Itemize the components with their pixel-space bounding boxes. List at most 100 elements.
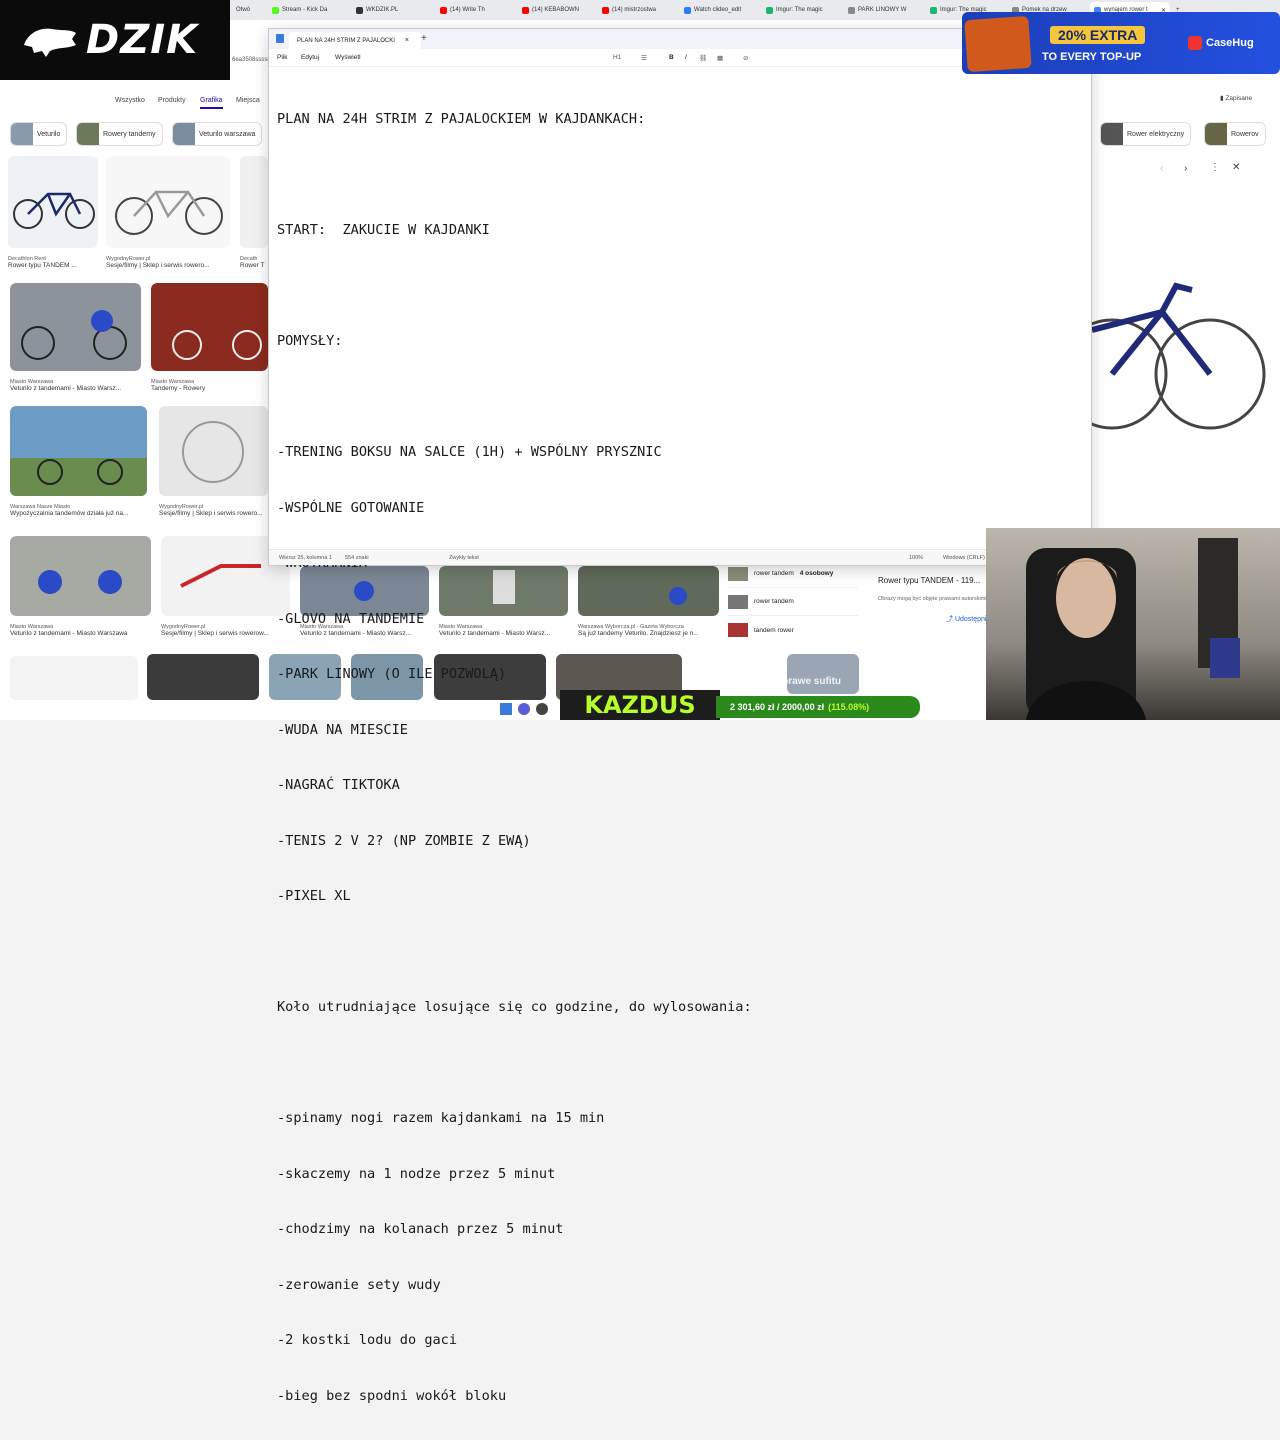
saved-link[interactable]: ▮ Zapisane — [1220, 94, 1252, 102]
text-line: -chodzimy na kolanach przez 5 minut — [277, 1221, 564, 1237]
notepad-tab[interactable]: PLAN NA 24H STRIM Z PAJALOCKI × — [289, 32, 421, 49]
ad-brand: CaseHug — [1188, 36, 1254, 50]
zoom-level[interactable]: 100% — [909, 555, 923, 561]
streamer-name-banner: KAZDUS — [560, 690, 720, 720]
text-line: -TRENING BOKSU NA SALCE (1H) + WSPÓLNY P… — [277, 444, 662, 460]
clear-format-icon[interactable]: ⊘ — [743, 54, 748, 62]
bold-icon[interactable]: B — [669, 54, 674, 61]
chevron-right-icon[interactable]: › — [1184, 163, 1187, 174]
boar-icon — [24, 28, 76, 57]
text-line: -WSPÓLNE GOTOWANIE — [277, 499, 425, 516]
tab-favicon-icon — [272, 6, 279, 14]
text-line: -WUDA NA MIESCIE — [277, 721, 408, 738]
line-ending[interactable]: Windows (CRLF) — [943, 555, 985, 561]
image-result[interactable]: WygodnyRower.pl Sesje/filmy | Sklep i se… — [106, 156, 230, 269]
text-format: Zwykły tekst — [449, 555, 479, 561]
image-result[interactable] — [10, 656, 138, 700]
text-line: START: ZAKUCIE W KAJDANKI — [277, 222, 490, 238]
browser-tab[interactable]: (14) Write Th — [436, 2, 518, 18]
browser-tab[interactable]: Imgur: The magic — [762, 2, 844, 18]
image-result[interactable]: Miasto Warszawa Veturilo z tandemami - M… — [10, 283, 141, 392]
browser-tab[interactable]: Otwó — [232, 2, 268, 18]
table-icon[interactable]: ▦ — [717, 54, 723, 62]
casehug-logo-icon — [1188, 36, 1202, 50]
url-fragment: 6ea3508ssssrl — [232, 57, 271, 63]
char-count: 554 znaki — [345, 555, 369, 561]
red-tandem-image — [151, 283, 268, 371]
streamer-webcam-image — [1026, 538, 1240, 720]
overlay-caption: na naprawe sufitu — [756, 676, 842, 687]
text-line: -NAGRAĆ TIKTOKA — [277, 777, 400, 793]
casehug-ad[interactable]: 20% EXTRA TO EVERY TOP-UP CaseHug — [962, 12, 1280, 74]
goal-percent: (115.08%) — [828, 702, 870, 712]
more-vert-icon[interactable]: ⋮ — [1210, 162, 1220, 173]
text-line: POMYSŁY: — [277, 333, 343, 349]
browser-tab[interactable]: WKDZIK.PL — [352, 2, 436, 18]
chat-icon[interactable] — [518, 703, 530, 715]
browser-tab[interactable]: Watch clideo_edit — [680, 2, 762, 18]
menu-file[interactable]: Plik — [277, 54, 287, 61]
close-icon[interactable]: × — [405, 37, 409, 44]
related-chip[interactable]: Rowery tandemy — [76, 122, 163, 146]
image-preview-panel: ▮ Zapisane Rower elektryczny Rowerov ‹ ›… — [1092, 64, 1280, 534]
windows-start-icon[interactable] — [500, 703, 512, 715]
list-icon[interactable]: ☰ — [641, 54, 647, 62]
image-result[interactable]: Miasto Warszawa Veturilo z tandemami - M… — [10, 536, 151, 637]
riders-image — [10, 406, 147, 496]
related-chip[interactable]: Rower elektryczny — [1100, 122, 1192, 146]
menu-view[interactable]: Wyświetl — [335, 54, 361, 61]
image-result[interactable]: Miasto Warszawa Tandemy - Rowery — [151, 283, 268, 392]
image-caption: Sesje/filmy | Sklep i serwis rowerow... — [161, 630, 269, 637]
image-result[interactable]: Decathlon Rent Rower typu TANDEM ... — [8, 156, 98, 269]
text-line: -spinamy nogi razem kajdankami na 15 min — [277, 1110, 605, 1126]
tandem-bike-image — [240, 156, 268, 248]
image-caption: Sesje/filmy | Sklep i serwis rowero... — [106, 262, 210, 269]
italic-icon[interactable]: I — [685, 54, 687, 61]
browser-tab[interactable]: (14) KEBABOWN — [518, 2, 598, 18]
text-line — [277, 943, 1077, 962]
image-result[interactable]: Decath Rower T — [240, 156, 268, 269]
text-line: -TENIS 2 V 2? (NP ZOMBIE Z EWĄ) — [277, 832, 531, 849]
related-chip[interactable]: Rowerov — [1204, 122, 1266, 146]
filter-all[interactable]: Wszystko — [115, 97, 145, 104]
tandem-preview-image — [1092, 282, 1266, 430]
ad-subline: TO EVERY TOP-UP — [1042, 51, 1142, 63]
heading-dropdown[interactable]: H1 — [613, 54, 621, 61]
tab-favicon-icon — [602, 6, 609, 14]
chip-thumbnail — [1205, 123, 1227, 145]
related-chip[interactable]: Veturilo — [10, 122, 68, 146]
image-result[interactable]: WygodnyRower.pl Sesje/filmy | Sklep i se… — [159, 406, 268, 517]
image-caption: Rower typu TANDEM ... — [8, 262, 77, 269]
close-icon[interactable]: ✕ — [1232, 162, 1240, 173]
notepad-window: PLAN NA 24H STRIM Z PAJALOCKI × + Plik E… — [268, 28, 1092, 1404]
dzik-logo: DZIK — [0, 0, 230, 80]
treasure-chest-icon — [964, 15, 1032, 73]
veturilo-tandems-image — [10, 283, 141, 371]
chip-thumbnail — [77, 123, 99, 145]
image-caption: Rower T — [240, 262, 265, 269]
chevron-left-icon[interactable]: ‹ — [1160, 163, 1163, 174]
filter-places[interactable]: Miejsca — [236, 97, 260, 104]
app-icon[interactable] — [536, 703, 548, 715]
filter-images[interactable]: Grafika — [200, 97, 223, 109]
related-chip[interactable]: Veturilo warszawa — [172, 122, 263, 146]
image-caption: Veturilo z tandemami - Miasto Warszawa — [10, 630, 128, 637]
browser-tab[interactable]: PARK LINOWY W — [844, 2, 926, 18]
image-caption: Wypożyczalnia tandemów działa już na... — [10, 510, 129, 517]
filter-products[interactable]: Produkty — [158, 97, 186, 104]
browser-tab[interactable]: Stream - Kick Da — [268, 2, 352, 18]
image-result[interactable]: Warszawa Nasze Miasto Wypożyczalnia tand… — [10, 406, 147, 517]
menu-edit[interactable]: Edytuj — [301, 54, 319, 61]
text-line — [277, 277, 1077, 296]
veturilo-tandems-image — [10, 536, 151, 616]
link-icon[interactable]: ⛓ — [699, 54, 707, 62]
text-line — [277, 1054, 1077, 1073]
image-result[interactable] — [147, 654, 259, 700]
tandem-detail-image — [159, 406, 268, 496]
logo-text: DZIK — [86, 17, 199, 63]
new-tab-button[interactable]: + — [421, 33, 427, 44]
notepad-text-area[interactable]: PLAN NA 24H STRIM Z PAJALOCKIEM W KAJDAN… — [277, 73, 1077, 1440]
text-line: Koło utrudniające losujące się co godzin… — [277, 999, 752, 1015]
text-line: -GLOVO NA TANDEMIE — [277, 610, 425, 627]
browser-tab[interactable]: (14) mistrzostwa — [598, 2, 680, 18]
